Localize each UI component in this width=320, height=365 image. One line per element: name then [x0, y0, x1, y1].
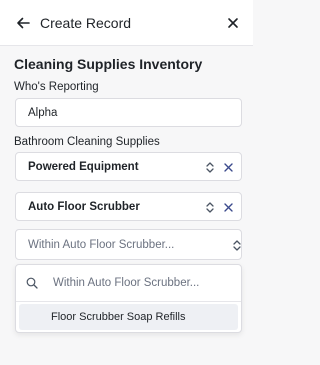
reporter-label: Who's Reporting — [14, 81, 99, 93]
back-button[interactable] — [14, 13, 32, 33]
dropdown-option[interactable]: Floor Scrubber Soap Refills — [19, 304, 238, 330]
category-level-2-value: Auto Floor Scrubber — [28, 201, 140, 213]
header-bar: Create Record — [0, 0, 253, 46]
page-title: Create Record — [40, 15, 132, 31]
dropdown-menu: Floor Scrubber Soap Refills — [15, 264, 242, 333]
bathroom-supplies-label: Bathroom Cleaning Supplies — [14, 136, 160, 148]
category-select-level-1[interactable]: Powered Equipment — [15, 152, 242, 181]
reporter-field[interactable]: Alpha — [15, 98, 242, 127]
category-level-1-value: Powered Equipment — [28, 161, 139, 173]
close-icon — [228, 18, 238, 28]
clear-icon[interactable] — [223, 162, 234, 173]
reporter-value: Alpha — [28, 107, 58, 119]
category-select-level-2[interactable]: Auto Floor Scrubber — [15, 192, 242, 221]
category-select-level-3[interactable]: Within Auto Floor Scrubber... — [15, 229, 242, 260]
search-icon — [26, 277, 38, 289]
dropdown-search-input[interactable] — [53, 274, 233, 292]
clear-icon[interactable] — [223, 202, 234, 213]
dropdown-option-label: Floor Scrubber Soap Refills — [51, 311, 186, 323]
chevron-updown-icon[interactable] — [205, 201, 215, 214]
category-level-3-placeholder: Within Auto Floor Scrubber... — [28, 239, 175, 251]
close-button[interactable] — [224, 13, 242, 33]
chevron-updown-icon[interactable] — [232, 239, 242, 252]
arrow-left-icon — [17, 17, 30, 29]
chevron-updown-icon[interactable] — [205, 161, 215, 174]
form-title: Cleaning Supplies Inventory — [14, 56, 203, 72]
dropdown-search — [16, 265, 241, 302]
